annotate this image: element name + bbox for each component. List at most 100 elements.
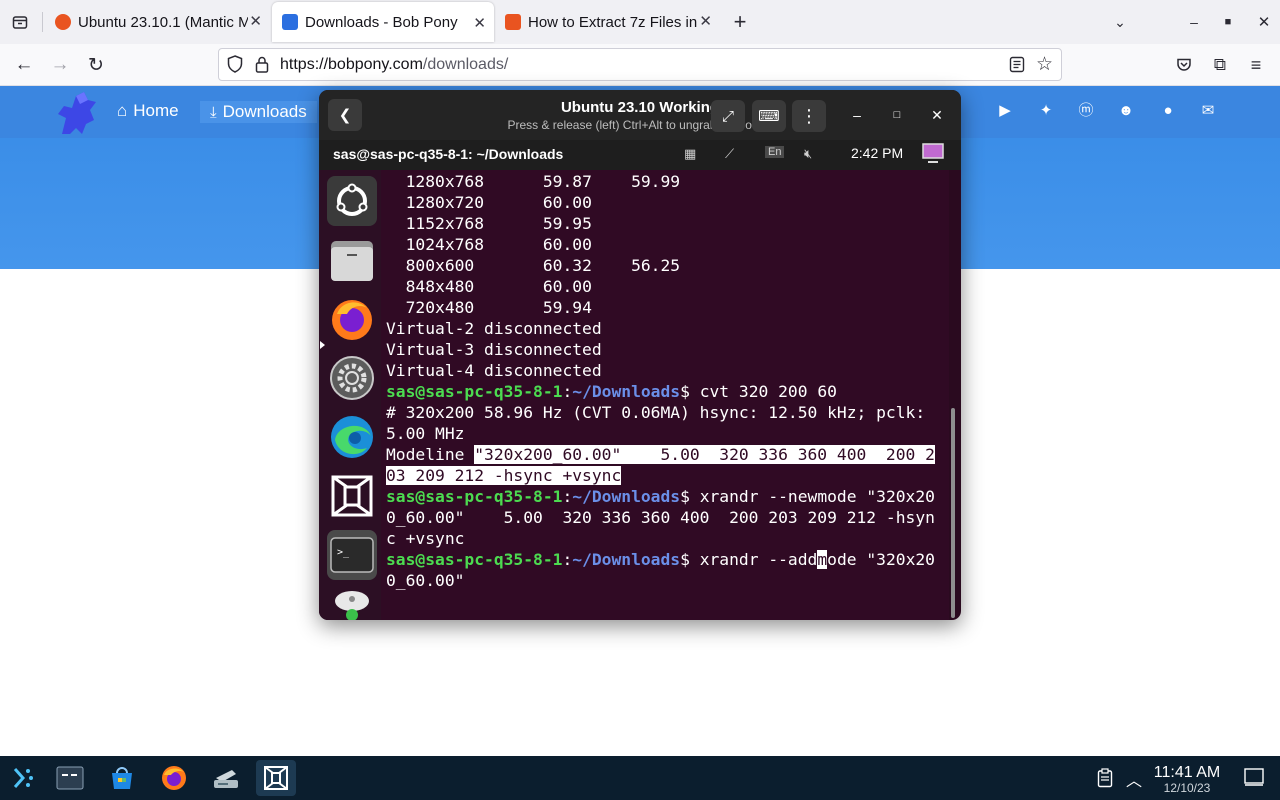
vm-manager-icon[interactable] [327,471,377,521]
lock-icon[interactable] [255,56,269,78]
site-nav-downloads[interactable]: ⤓ Downloads [200,101,317,123]
close-tab-icon[interactable]: ✕ [699,12,712,30]
close-window-icon[interactable]: ✕ [1250,8,1278,36]
tab-ubuntu[interactable]: Ubuntu 23.10.1 (Mantic Mi ✕ [48,0,270,44]
guest-clock[interactable]: 2:42 PM [851,145,903,161]
clipboard-icon[interactable] [1097,768,1113,793]
mastodon-icon[interactable]: ⓜ [1077,102,1095,120]
close-tab-icon[interactable]: ✕ [249,12,262,30]
discord-icon[interactable]: ☻ [1117,102,1135,120]
terminal-icon[interactable]: >_ [327,530,377,580]
mode-line: 1152x768 59.95 [386,213,592,234]
bobpony-logo-icon[interactable] [50,88,102,138]
prompt-dollar: $ [680,550,700,569]
site-nav-home[interactable]: ⌂ Home [117,101,179,121]
prompt-dollar: $ [680,382,700,401]
tab-label: How to Extract 7z Files in [528,13,698,31]
bookmark-star-icon[interactable]: ☆ [1036,53,1053,76]
files-icon[interactable] [327,235,377,285]
scanner-icon[interactable] [206,760,246,796]
tab-extract-7z[interactable]: How to Extract 7z Files in ✕ [498,0,720,44]
minimize-icon[interactable]: – [1180,8,1208,36]
mode-resolution: 720x480 [405,298,475,317]
overview-icon[interactable] [50,760,90,796]
mode-line: 848x480 60.00 [386,276,592,297]
modeline-label: Modeline [386,445,475,464]
network-icon[interactable]: ⟋ [725,146,734,162]
virt-manager-task[interactable] [256,760,296,796]
display-icon[interactable] [921,142,945,167]
app-launcher-icon[interactable] [2,760,42,796]
back-icon[interactable]: ← [10,51,38,79]
settings-icon[interactable] [327,353,377,403]
text-cursor: m [817,550,828,569]
chevron-up-icon[interactable]: ︿ [1126,767,1142,791]
prompt-dollar: $ [680,487,700,506]
mode-line: 720x480 59.94 [386,297,592,318]
fullscreen-icon[interactable]: ⤢ [711,100,745,132]
menu-icon[interactable]: ≡ [1242,51,1270,79]
vm-header-bar[interactable]: ❮ Ubuntu 23.10 Working Press & release (… [319,90,961,140]
minimize-icon[interactable]: – [846,104,868,126]
prompt-line: sas@sas-pc-q35-8-1:~/Downloads$ xrandr -… [386,486,935,507]
tab-downloads[interactable]: Downloads - Bob Pony ✕ [272,2,494,42]
github-icon[interactable]: ● [1159,102,1177,120]
extensions-icon[interactable]: ⧉ [1206,51,1234,79]
more-options-icon[interactable]: ⋮ [792,100,826,132]
vm-viewer-window[interactable]: ❮ Ubuntu 23.10 Working Press & release (… [319,90,961,620]
firefox-icon[interactable] [154,760,194,796]
new-tab-icon[interactable]: + [726,8,754,36]
mode-rates: 60.00 [542,193,592,212]
mode-rates: 59.87 59.99 [542,172,681,191]
pocket-icon[interactable] [1170,51,1198,79]
twitter-icon[interactable]: ✦ [1037,102,1055,120]
browser-nav-bar: ← → ↻ https://bobpony.com/downloads/ ☆ ⧉… [0,44,1280,86]
taskbar-clock-date[interactable]: 12/10/23 [1150,781,1224,795]
app-indicator-icon[interactable]: ▦ [684,146,696,162]
edge-icon[interactable] [327,412,377,462]
close-icon[interactable]: ✕ [926,104,948,126]
chevron-down-icon[interactable]: ⌄ [1106,8,1134,36]
forward-icon[interactable]: → [46,51,74,79]
mode-resolution: 1024x768 [405,235,485,254]
prompt-colon: : [562,382,573,401]
desktop-peek-icon[interactable] [1244,768,1264,791]
prompt-path: ~/Downloads [572,487,681,506]
selected-text[interactable]: "320x200_60.00" 5.00 320 336 360 400 200… [474,445,935,464]
mode-rates: 59.94 [542,298,592,317]
mode-rates: 60.32 56.25 [542,256,681,275]
firefox-icon[interactable] [327,294,377,344]
close-tab-icon[interactable]: ✕ [473,14,486,32]
terminal-scrollbar[interactable] [951,408,955,618]
command-text: ode "320x20 [827,550,935,569]
url-host: https://bobpony.com [280,56,423,73]
tab-list-icon[interactable] [6,8,34,36]
url-bar[interactable]: https://bobpony.com/downloads/ ☆ [218,48,1062,81]
mail-icon[interactable]: ✉ [1199,102,1217,120]
youtube-icon[interactable]: ▶ [996,102,1014,120]
volume-muted-icon[interactable]: 🔇︎ [804,146,812,162]
shield-icon[interactable] [227,55,243,78]
mode-line: 1280x720 60.00 [386,192,592,213]
taskbar: ︿ [0,756,1280,800]
maximize-icon[interactable]: ■ [1214,8,1242,36]
disc-drive-icon[interactable] [327,585,377,620]
mode-resolution: 848x480 [405,277,475,296]
selected-text[interactable]: 03 209 212 -hsync +vsync [386,466,622,485]
keyboard-icon[interactable]: ⌨ [752,100,786,132]
prompt-line[interactable]: sas@sas-pc-q35-8-1:~/Downloads$ xrandr -… [386,549,935,570]
tab-label: Ubuntu 23.10.1 (Mantic Mi [78,13,248,31]
software-store-icon[interactable] [102,760,142,796]
prompt-colon: : [562,487,573,506]
prompt-user: sas@sas-pc-q35-8-1 [386,382,563,401]
taskbar-clock-time[interactable]: 11:41 AM [1150,764,1224,782]
ubuntu-menu-icon[interactable] [327,176,377,226]
tab-separator [42,12,43,32]
reload-icon[interactable]: ↻ [82,51,110,79]
keyboard-layout-indicator[interactable]: En [765,146,785,158]
command-wrap: 0_60.00" [386,571,465,590]
url-text[interactable]: https://bobpony.com/downloads/ [280,56,508,74]
maximize-icon[interactable]: □ [886,104,908,126]
reader-view-icon[interactable] [1009,56,1025,78]
terminal-output[interactable]: 1280x768 59.87 59.99 1280x720 60.00 1152… [381,170,949,620]
